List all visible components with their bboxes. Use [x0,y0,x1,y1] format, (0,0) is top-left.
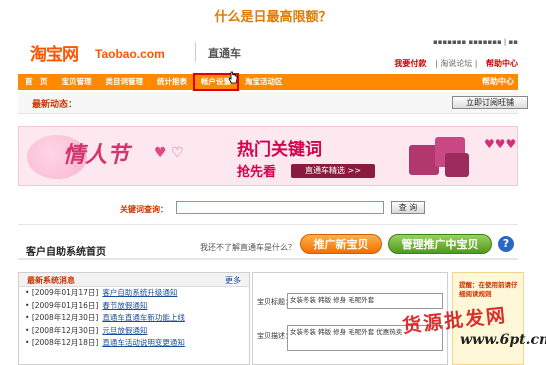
gift-icon [399,131,479,183]
subscribe-button[interactable]: 立即订阅旺铺 [452,96,528,109]
header-divider [195,42,196,62]
item-title-field[interactable]: 女装冬装 韩版 修身 毛呢外套 [287,293,443,309]
section-divider [18,258,518,260]
help-center-link[interactable]: 帮助中心 [486,59,518,68]
what-is-link[interactable]: 我还不了解直通车是什么？ [200,242,296,253]
help-icon[interactable]: ? [498,236,514,252]
banner-subtitle: 抢先看 [237,165,277,180]
valentine-banner[interactable]: 情人节 ♥ ♡ 热门关键词 抢先看 直通车精选 >> ♥♥♥ [18,126,518,186]
system-news-panel: 最新系统消息 更多 • [2009年01月17日] 客户自助系统升级通知 • [2… [18,272,250,365]
user-info: ▪▪▪▪▪▪▪ ▪▪▪▪▪▪▪ | ▪▪ [433,38,518,46]
news-panel-title: 最新系统消息 [27,276,75,285]
site-header: 淘宝网 Taobao.com 直通车 ▪▪▪▪▪▪▪ ▪▪▪▪▪▪▪ | ▪▪ … [18,36,518,69]
pay-link[interactable]: 我要付款 [394,59,426,68]
news-label: 最新动态： [32,100,78,110]
top-links: 我要付款 | 淘说论坛 | 帮助中心 [388,58,518,69]
section-title: 客户自助系统首页 [26,247,106,258]
banner-vday-text: 情人节 [63,142,130,168]
search-button[interactable]: 查 询 [391,201,425,214]
list-item: • [2008年12月30日] 元旦放假通知 [25,325,148,335]
taobao-logo-text[interactable]: Taobao.com [95,47,165,61]
nav-category-keywords[interactable]: 类目词管理 [99,74,151,90]
news-panel-header: 最新系统消息 更多 [19,273,249,287]
manage-promoted-items-button[interactable]: 管理推广中宝贝 [388,234,492,254]
banner-button[interactable]: 直通车精选 >> [291,164,375,178]
list-item: • [2008年12月18日] 直通车活动说明变更通知 [25,338,185,347]
heart-icon: ♥ ♡ [154,145,184,161]
news-bar: 最新动态： 立即订阅旺铺 [18,92,528,114]
tips-text: 提醒：在使用前请仔细阅读规则 [459,281,518,298]
banner-title: 热门关键词 [237,140,322,160]
nav-reports[interactable]: 统计报表 [150,74,194,90]
hand-cursor-icon [228,71,238,84]
nav-item-management[interactable]: 宝贝管理 [55,74,99,90]
hearts-icon: ♥♥♥ [484,137,517,151]
nav-activities[interactable]: 淘宝活动区 [238,74,290,90]
keyword-search-input[interactable] [176,201,384,214]
nav-home[interactable]: 首 页 [18,74,55,90]
taobao-logo[interactable]: 淘宝网 [30,40,79,65]
list-item: • [2008年12月30日] 直通车直通车新功能上线 [25,313,185,322]
search-label: 关键词查询： [120,205,168,214]
forum-link[interactable]: | 淘说论坛 | [435,59,477,68]
main-nav: 首 页 宝贝管理 类目词管理 统计报表 帐户设置 淘宝活动区 帮助中心 [18,73,518,91]
promote-new-item-button[interactable]: 推广新宝贝 [300,234,382,254]
divider [18,224,518,225]
product-name: 直通车 [208,47,241,60]
list-item: • [2009年01月17日] 客户自助系统升级通知 [25,288,178,297]
watermark-url: www.6pt.cn [460,332,546,348]
keyword-search-row: 关键词查询： 查 询 [18,200,518,218]
page-question-title: 什么是日最高限额？ [214,10,332,25]
nav-help[interactable]: 帮助中心 [482,74,514,90]
more-news-link[interactable]: 更多 [225,275,241,286]
list-item: • [2009年01月16日] 春节放假通知 [25,300,148,310]
